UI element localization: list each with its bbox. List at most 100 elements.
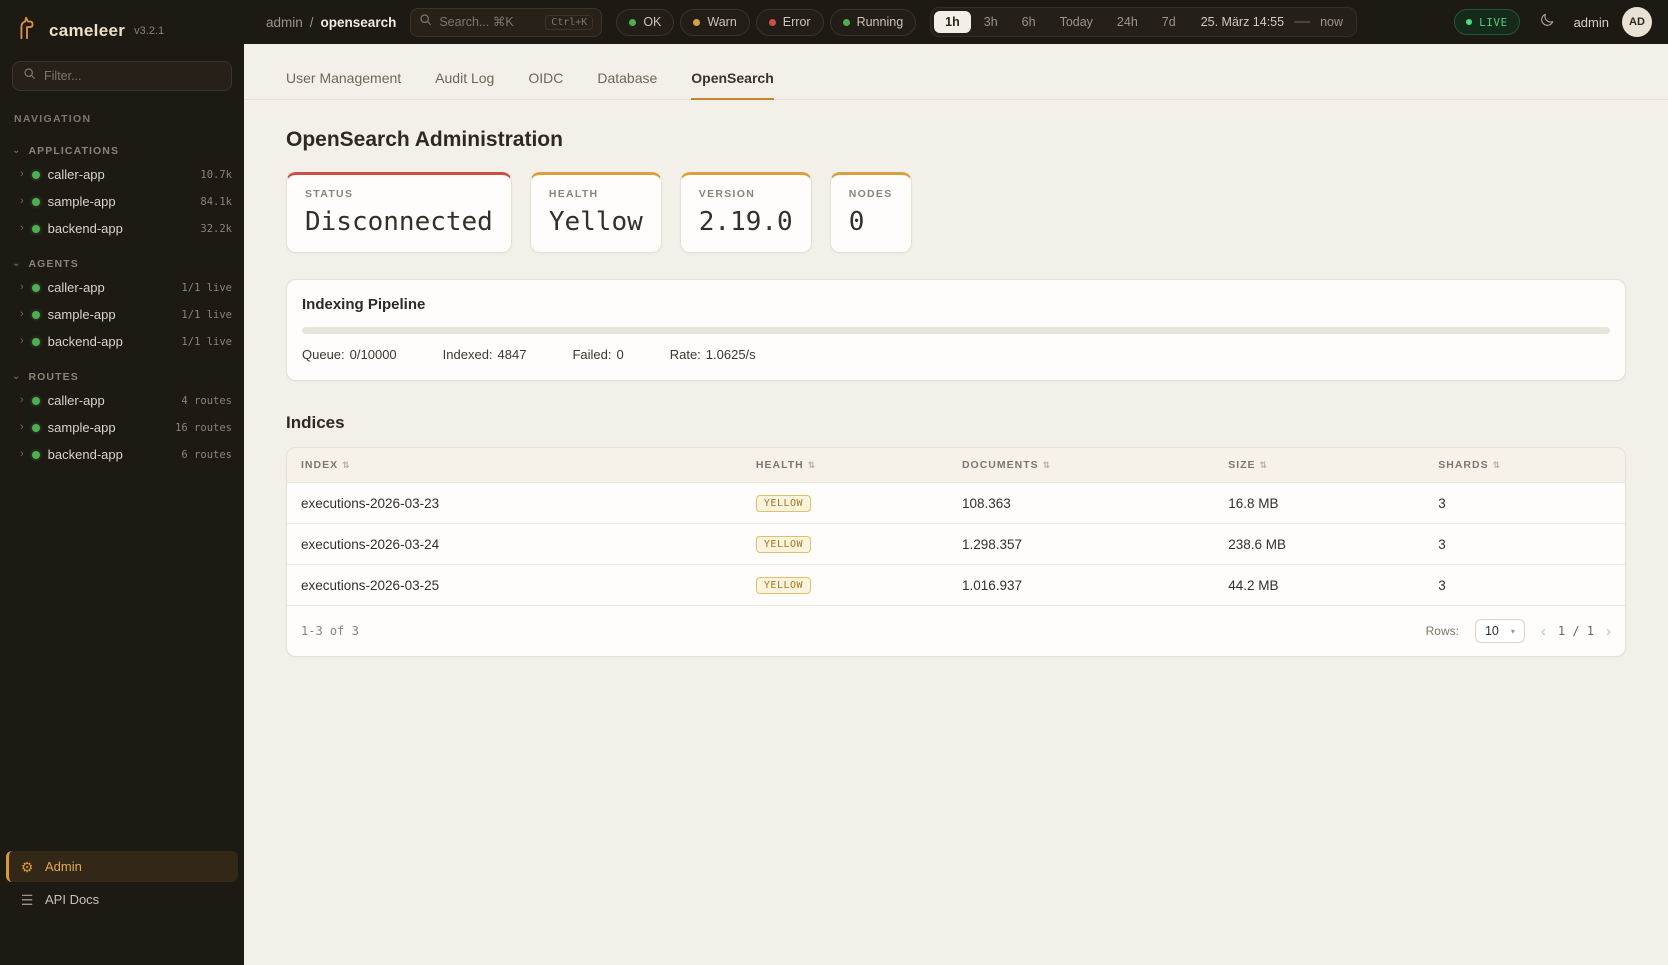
sidebar-item-sample-app[interactable]: › sample-app 84.1k — [0, 188, 244, 215]
sidebar-item-caller-app-agent[interactable]: › caller-app 1/1 live — [0, 274, 244, 301]
cell-size: 238.6 MB — [1214, 524, 1424, 565]
item-label: sample-app — [48, 420, 116, 435]
item-label: caller-app — [48, 393, 105, 408]
filter-input[interactable] — [44, 69, 221, 83]
routes-badge: 16 routes — [175, 422, 232, 434]
health-badge: YELLOW — [756, 495, 811, 512]
global-search[interactable]: Ctrl+K — [410, 8, 602, 37]
live-toggle[interactable]: LIVE — [1454, 9, 1520, 35]
sort-icon: ⇅ — [808, 460, 817, 470]
column-header-shards[interactable]: SHARDS⇅ — [1424, 448, 1625, 483]
main-column: admin / opensearch Ctrl+K OK — [244, 0, 1668, 965]
filter-error[interactable]: Error — [756, 9, 824, 36]
date-range-dash: — — [1294, 13, 1310, 31]
sort-icon: ⇅ — [1493, 460, 1502, 470]
date-range-end[interactable]: now — [1312, 15, 1353, 29]
time-range-6h[interactable]: 6h — [1011, 11, 1047, 33]
chevron-right-icon: › — [20, 223, 24, 234]
status-filters: OK Warn Error Running — [616, 9, 916, 36]
date-range-start[interactable]: 25. März 14:55 — [1189, 15, 1292, 29]
tab-database[interactable]: Database — [597, 70, 657, 100]
sidebar-item-backend-app-routes[interactable]: › backend-app 6 routes — [0, 441, 244, 468]
tab-oidc[interactable]: OIDC — [528, 70, 563, 100]
status-dot — [32, 171, 40, 179]
pipeline-stat-indexed: Indexed: 4847 — [443, 347, 527, 362]
tab-bar: User Management Audit Log OIDC Database … — [244, 44, 1668, 100]
next-page-button[interactable]: › — [1606, 623, 1611, 640]
logo: cameleer v3.2.1 — [0, 0, 244, 59]
column-header-health[interactable]: HEALTH⇅ — [742, 448, 948, 483]
ok-dot — [629, 19, 636, 26]
item-label: caller-app — [48, 167, 105, 182]
app-root: cameleer v3.2.1 NAVIGATION ⌄ APPLICATION… — [0, 0, 1668, 965]
pipeline-title: Indexing Pipeline — [302, 296, 1610, 313]
section-header-agents[interactable]: ⌄ AGENTS — [0, 254, 244, 274]
rows-per-page-select[interactable]: 10 ▾ — [1475, 619, 1525, 643]
time-range-24h[interactable]: 24h — [1106, 11, 1149, 33]
sidebar-item-caller-app-routes[interactable]: › caller-app 4 routes — [0, 387, 244, 414]
sidebar-item-sample-app-agent[interactable]: › sample-app 1/1 live — [0, 301, 244, 328]
column-header-documents[interactable]: DOCUMENTS⇅ — [948, 448, 1214, 483]
search-input[interactable] — [439, 15, 538, 29]
indices-table-card: INDEX⇅ HEALTH⇅ DOCUMENTS⇅ SIZE⇅ — [286, 447, 1626, 657]
breadcrumb-parent[interactable]: admin — [266, 15, 303, 30]
stat-card-version: VERSION 2.19.0 — [680, 172, 812, 253]
sidebar-item-api-docs[interactable]: ☰ API Docs — [6, 884, 238, 915]
sidebar-item-caller-app[interactable]: › caller-app 10.7k — [0, 161, 244, 188]
stat-label: VERSION — [699, 188, 793, 200]
tab-opensearch[interactable]: OpenSearch — [691, 70, 773, 100]
search-icon — [23, 67, 36, 85]
item-label: sample-app — [48, 194, 116, 209]
filter-ok[interactable]: OK — [616, 9, 674, 36]
status-dot — [32, 397, 40, 405]
indexing-pipeline-card: Indexing Pipeline Queue: 0/10000 Indexed… — [286, 279, 1626, 381]
status-dot — [32, 225, 40, 233]
time-range-1h[interactable]: 1h — [934, 11, 971, 33]
tab-user-management[interactable]: User Management — [286, 70, 401, 100]
indices-title: Indices — [286, 413, 1626, 433]
chevron-right-icon: › — [20, 169, 24, 180]
brand-version: v3.2.1 — [134, 25, 164, 37]
avatar[interactable]: AD — [1622, 7, 1652, 37]
time-range-today[interactable]: Today — [1049, 11, 1104, 33]
sidebar-filter[interactable] — [12, 61, 232, 91]
filter-warn[interactable]: Warn — [680, 9, 749, 36]
time-range-3h[interactable]: 3h — [973, 11, 1009, 33]
sidebar-item-sample-app-routes[interactable]: › sample-app 16 routes — [0, 414, 244, 441]
navigation-label: NAVIGATION — [0, 107, 244, 129]
filter-label: Error — [783, 15, 811, 29]
cell-index: executions-2026-03-25 — [287, 565, 742, 606]
count-badge: 32.2k — [200, 223, 232, 235]
filter-running[interactable]: Running — [830, 9, 917, 36]
chevron-right-icon: › — [20, 196, 24, 207]
tab-audit-log[interactable]: Audit Log — [435, 70, 494, 100]
running-dot — [843, 19, 850, 26]
item-label: backend-app — [48, 334, 123, 349]
sidebar-item-admin[interactable]: ⚙ Admin — [6, 851, 238, 882]
section-header-applications[interactable]: ⌄ APPLICATIONS — [0, 141, 244, 161]
indices-table: INDEX⇅ HEALTH⇅ DOCUMENTS⇅ SIZE⇅ — [287, 448, 1625, 605]
chevron-right-icon: › — [20, 282, 24, 293]
column-header-size[interactable]: SIZE⇅ — [1214, 448, 1424, 483]
section-header-routes[interactable]: ⌄ ROUTES — [0, 367, 244, 387]
time-range-7d[interactable]: 7d — [1151, 11, 1187, 33]
sidebar-item-backend-app-agent[interactable]: › backend-app 1/1 live — [0, 328, 244, 355]
pipeline-progress-bar — [302, 327, 1610, 334]
status-dot — [32, 311, 40, 319]
health-badge: YELLOW — [756, 577, 811, 594]
count-badge: 84.1k — [200, 196, 232, 208]
moon-icon — [1539, 12, 1555, 33]
chevron-down-icon: ⌄ — [12, 372, 21, 382]
sort-icon: ⇅ — [1043, 460, 1052, 470]
routes-badge: 4 routes — [181, 395, 232, 407]
table-row[interactable]: executions-2026-03-24 YELLOW 1.298.357 2… — [287, 524, 1625, 565]
time-range-picker: 1h 3h 6h Today 24h 7d 25. März 14:55 — n… — [930, 7, 1357, 37]
cell-documents: 108.363 — [948, 483, 1214, 524]
rows-per-page-value: 10 — [1485, 624, 1499, 638]
table-row[interactable]: executions-2026-03-25 YELLOW 1.016.937 4… — [287, 565, 1625, 606]
prev-page-button[interactable]: ‹ — [1541, 623, 1546, 640]
sidebar-item-backend-app[interactable]: › backend-app 32.2k — [0, 215, 244, 242]
theme-toggle[interactable] — [1533, 8, 1561, 36]
column-header-index[interactable]: INDEX⇅ — [287, 448, 742, 483]
table-row[interactable]: executions-2026-03-23 YELLOW 108.363 16.… — [287, 483, 1625, 524]
